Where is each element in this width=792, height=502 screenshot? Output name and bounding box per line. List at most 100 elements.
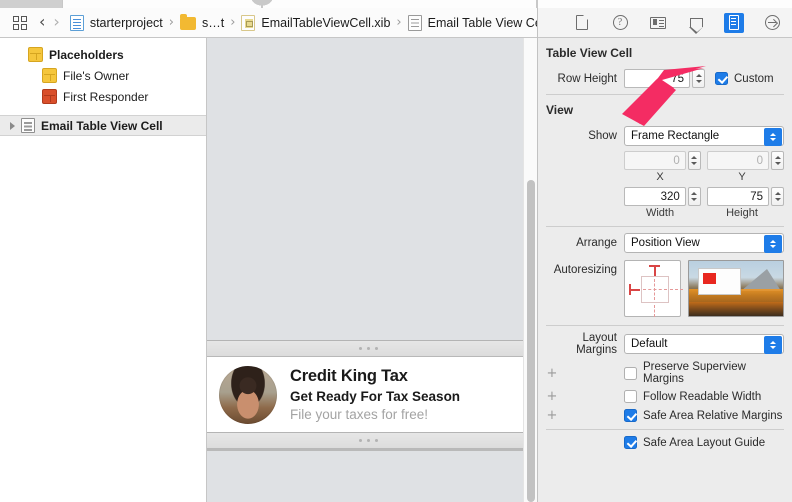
xy-row: 0 0 xyxy=(538,149,792,170)
safe-area-relative-margins-checkbox[interactable] xyxy=(624,409,637,422)
x-stepper[interactable] xyxy=(687,151,701,170)
arrow-in-circle-icon xyxy=(764,15,780,30)
xcode-window: ‹ › starterproject › s…t › EmailTableVie… xyxy=(0,0,792,502)
red-cube-icon xyxy=(42,89,57,104)
autoresizing-strut-top[interactable] xyxy=(654,265,656,276)
height-stepper[interactable] xyxy=(771,187,784,206)
y-caption: Y xyxy=(738,171,746,183)
autoresizing-spring-horizontal[interactable] xyxy=(643,289,667,290)
follow-readable-width-row: + Follow Readable Width xyxy=(538,387,792,406)
safe-area-layout-guide-checkbox[interactable] xyxy=(624,436,637,449)
file-inspector-tab[interactable] xyxy=(572,13,592,33)
row-height-row: Row Height 75 Custom xyxy=(538,66,792,91)
y-stepper[interactable] xyxy=(771,151,784,170)
attributes-slider-icon xyxy=(689,18,704,34)
show-popup-button[interactable]: Frame Rectangle xyxy=(624,126,784,146)
autoresizing-strut-top-cap xyxy=(649,265,660,267)
add-constraint-icon[interactable]: + xyxy=(546,389,558,404)
custom-row-height-checkbox[interactable] xyxy=(715,72,728,85)
ruler-icon xyxy=(729,15,739,30)
inspector-content: Table View Cell Row Height 75 Custom Vie… xyxy=(538,38,792,451)
breadcrumb-item-cell[interactable]: Email Table View Cell xyxy=(407,8,547,37)
chevron-left-icon[interactable]: ‹ xyxy=(39,13,45,32)
autoresizing-outer-horizontal xyxy=(670,289,683,290)
autoresizing-row: Autoresizing xyxy=(538,256,792,321)
xy-captions: X Y xyxy=(538,170,792,183)
row-height-input[interactable]: 75 xyxy=(624,69,690,88)
attributes-inspector-tab[interactable] xyxy=(686,13,706,34)
wh-row: 320 75 xyxy=(538,183,792,206)
identity-card-icon xyxy=(650,16,666,29)
x-input[interactable]: 0 xyxy=(624,151,686,170)
breadcrumb-item-xib[interactable]: EmailTableViewCell.xib xyxy=(241,8,390,37)
x-caption: X xyxy=(656,171,664,183)
chevron-right-icon[interactable]: › xyxy=(53,13,59,32)
outline-item-email-table-view-cell[interactable]: Email Table View Cell xyxy=(0,115,206,136)
breadcrumb-separator: › xyxy=(168,14,174,30)
arrange-popup-button[interactable]: Position View xyxy=(624,233,784,253)
arrange-row: Arrange Position View xyxy=(538,227,792,256)
arrange-popup-value: Position View xyxy=(631,237,700,249)
autoresizing-label: Autoresizing xyxy=(553,264,617,276)
identity-inspector-tab[interactable] xyxy=(648,13,668,33)
disclosure-triangle-icon[interactable] xyxy=(6,120,18,132)
breadcrumb-item-project[interactable]: starterproject xyxy=(69,8,163,37)
show-row: Show Frame Rectangle xyxy=(538,123,792,149)
yellow-cube-icon xyxy=(42,68,57,83)
add-constraint-icon[interactable]: + xyxy=(546,366,558,381)
custom-label: Custom xyxy=(734,72,774,85)
outline-item-label: Placeholders xyxy=(49,47,124,62)
cell-resize-handle-top[interactable] xyxy=(207,340,530,357)
follow-readable-width-checkbox[interactable] xyxy=(624,390,637,403)
xib-file-icon xyxy=(241,14,256,31)
wh-captions: Width Height xyxy=(538,206,792,219)
grip-dots-icon xyxy=(359,439,378,442)
table-view-cell-preview[interactable]: Credit King Tax Get Ready For Tax Season… xyxy=(207,340,530,451)
preserve-superview-margins-checkbox[interactable] xyxy=(624,366,637,380)
outline-item-label: First Responder xyxy=(63,89,149,104)
email-cell-body[interactable]: Credit King Tax Get Ready For Tax Season… xyxy=(207,357,530,432)
autoresizing-spring-vertical[interactable] xyxy=(654,279,655,300)
width-input[interactable]: 320 xyxy=(624,187,686,206)
width-stepper[interactable] xyxy=(687,187,701,206)
quick-help-inspector-tab[interactable]: ? xyxy=(610,13,630,33)
autoresizing-strut-left[interactable] xyxy=(629,289,640,291)
breadcrumb-item-folder[interactable]: s…t xyxy=(179,8,225,37)
height-input[interactable]: 75 xyxy=(707,187,769,206)
tab-stub-4 xyxy=(537,0,792,8)
folder-icon xyxy=(179,13,196,30)
outline-item-first-responder[interactable]: First Responder xyxy=(0,86,206,107)
tab-stub-3 xyxy=(262,0,537,8)
connections-inspector-tab[interactable] xyxy=(762,13,782,33)
breadcrumb-label: EmailTableViewCell.xib xyxy=(261,15,391,30)
section-title-view: View xyxy=(546,103,574,117)
add-constraint-icon[interactable]: + xyxy=(546,408,558,423)
canvas-scrollbar[interactable] xyxy=(523,38,537,502)
arrange-label: Arrange xyxy=(576,237,617,249)
cell-resize-handle-bottom[interactable] xyxy=(207,432,530,449)
table-view-cell-icon xyxy=(407,14,422,31)
breadcrumb-label: s…t xyxy=(201,15,225,30)
y-input[interactable]: 0 xyxy=(707,151,769,170)
grid-icon[interactable] xyxy=(13,15,27,30)
preserve-superview-margins-row: + Preserve Superview Margins xyxy=(538,359,792,387)
scrollbar-thumb[interactable] xyxy=(527,180,535,502)
autoresizing-springs-control[interactable] xyxy=(624,260,683,317)
size-inspector-tab[interactable] xyxy=(724,12,744,33)
outline-item-files-owner[interactable]: File's Owner xyxy=(0,65,206,86)
layout-margins-row: Layout Margins Default xyxy=(538,326,792,359)
height-caption: Height xyxy=(726,207,758,219)
show-label: Show xyxy=(588,130,617,142)
layout-margins-popup-value: Default xyxy=(631,338,668,350)
inspector-panel: ? Table View Cell Row Height 75 Custom V… xyxy=(537,8,792,502)
chevron-updown-icon xyxy=(764,128,782,146)
tab-stub-1 xyxy=(0,0,62,8)
layout-margins-popup-button[interactable]: Default xyxy=(624,334,784,354)
follow-readable-width-label: Follow Readable Width xyxy=(643,390,762,403)
outline-item-placeholders[interactable]: Placeholders xyxy=(0,44,206,65)
row-height-stepper[interactable] xyxy=(692,69,705,88)
chevron-updown-icon xyxy=(764,336,782,354)
autoresizing-outer-vertical xyxy=(654,305,655,317)
email-subject-label: Get Ready For Tax Season xyxy=(290,389,461,404)
design-canvas[interactable]: Credit King Tax Get Ready For Tax Season… xyxy=(207,38,537,502)
